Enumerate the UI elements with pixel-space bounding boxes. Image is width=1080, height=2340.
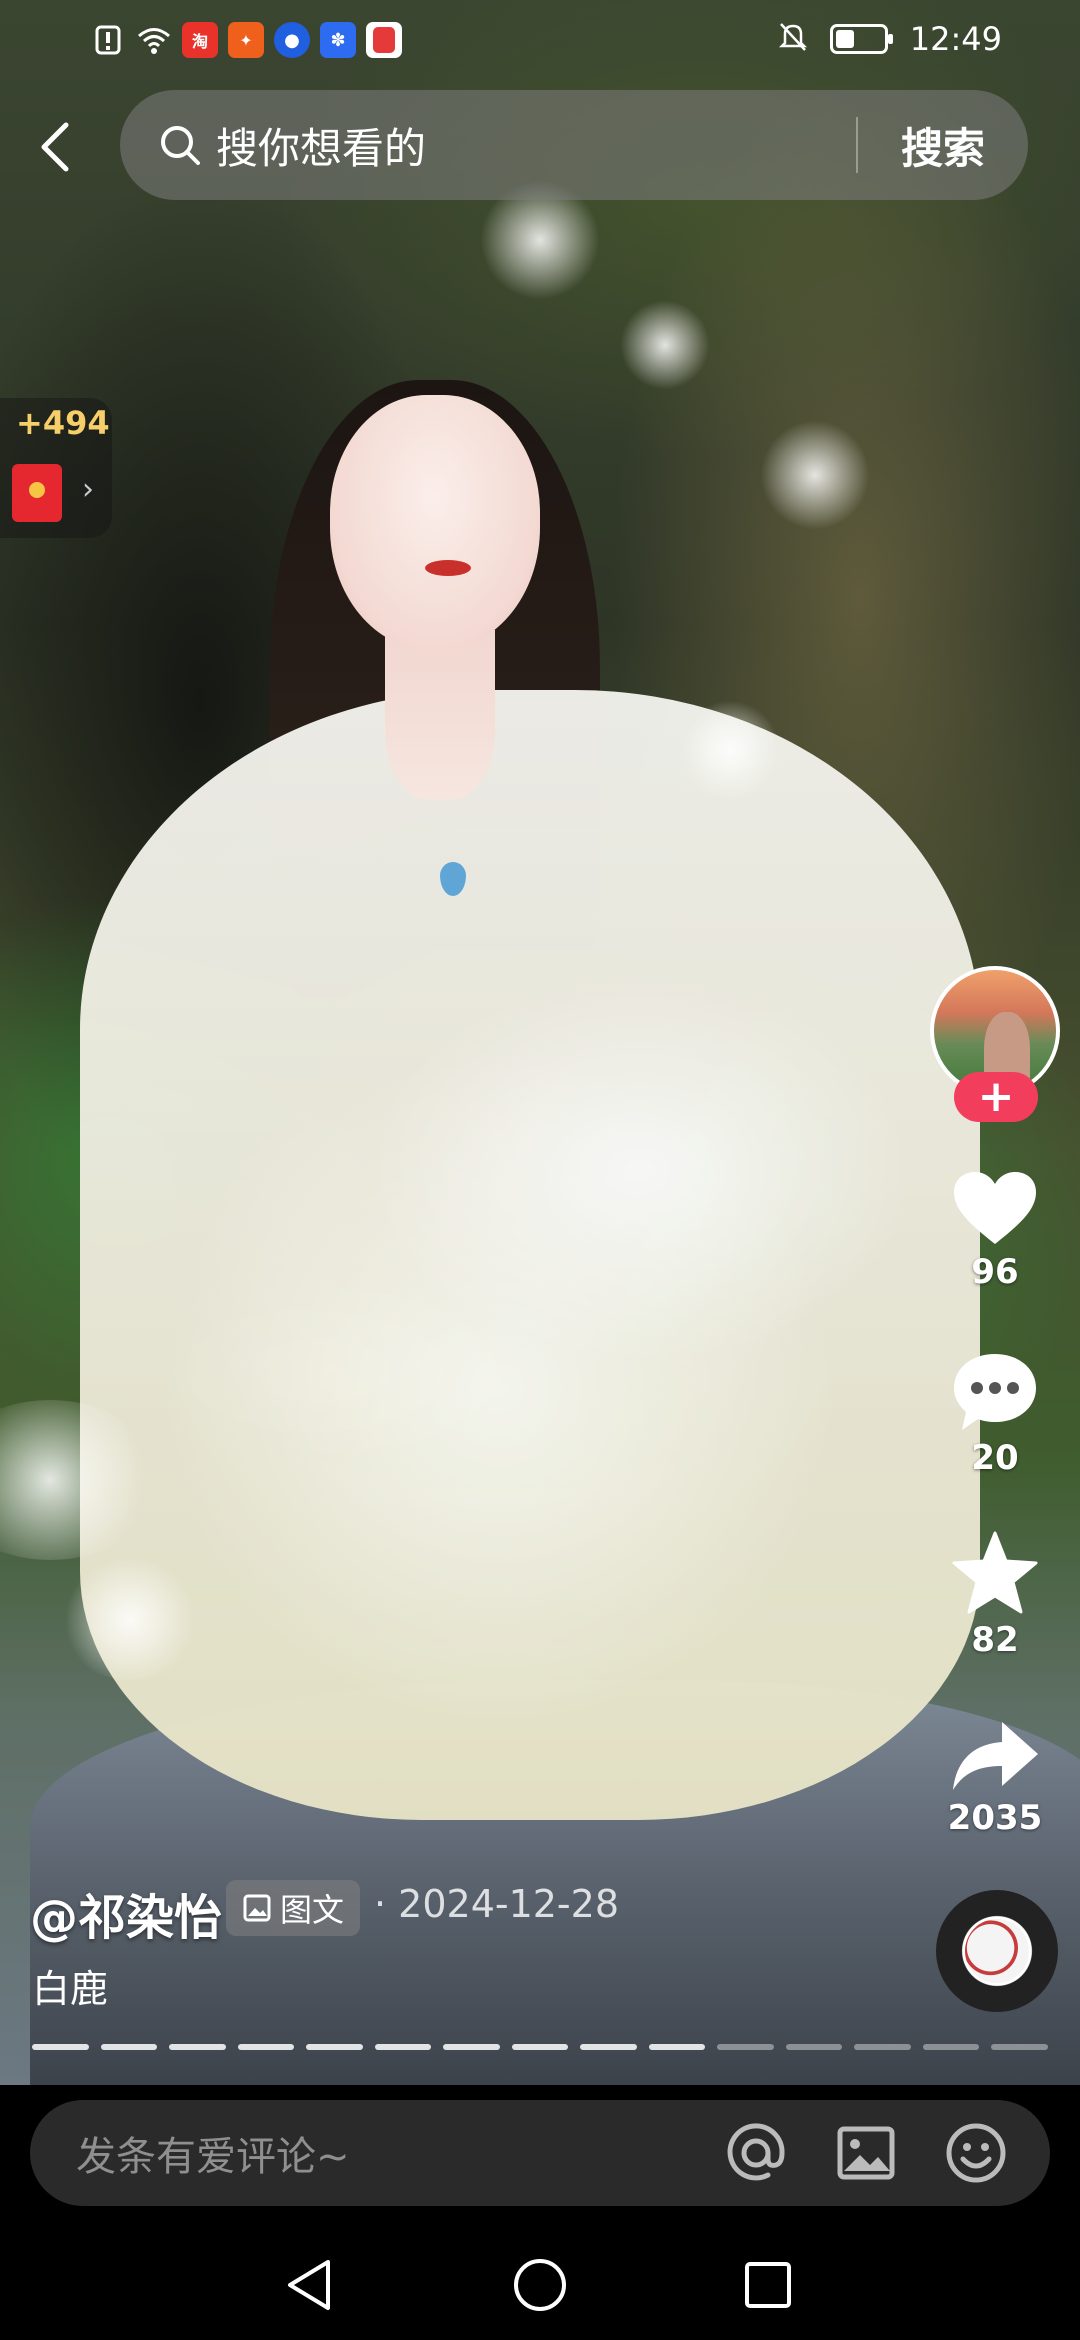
triangle-back-icon [288,2260,330,2310]
app-icon-taobao: 淘 [182,22,218,58]
plus-icon: + [977,1071,1015,1122]
progress-segment [717,2044,774,2050]
comment-count: 20 [971,1438,1019,1478]
comment-input[interactable]: 发条有爱评论~ [76,2124,720,2182]
progress-segment [100,2044,158,2050]
chevron-right-icon: › [82,472,94,507]
follow-button[interactable]: + [954,1072,1038,1122]
picture-icon [837,2126,895,2180]
progress-segment [32,2044,89,2050]
progress-segment [785,2044,843,2050]
navigation-bar [0,2230,1080,2340]
red-envelope-icon [12,464,62,522]
progress-segment [854,2044,911,2050]
wifi-icon [136,22,172,58]
progress-segment [237,2044,295,2050]
comment-icon [954,1354,1036,1430]
post-description: 白鹿 [32,1967,109,2011]
search-bar[interactable]: 搜你想看的 搜索 [120,90,1028,200]
app-icon-baidu: ✽ [320,22,356,58]
app-icon-red [366,22,402,58]
status-bar: 淘 ✦ ● ✽ 12:49 [0,0,1080,86]
neck [385,630,495,800]
light-glow [620,300,710,390]
app-icon-game: ✦ [228,22,264,58]
app-icon-blue: ● [274,22,310,58]
battery-icon [829,24,893,54]
image-progress-bar [32,2044,1048,2050]
progress-segment [922,2044,980,2050]
share-icon [953,1722,1038,1790]
progress-segment [169,2044,226,2050]
progress-segment [511,2044,569,2050]
image-upload-button[interactable] [830,2117,902,2189]
like-button[interactable]: 96 [935,1168,1055,1292]
share-count: 2035 [947,1798,1043,1838]
chevron-left-icon [41,122,69,172]
heart-icon [954,1172,1036,1244]
circle-home-icon [514,2259,566,2311]
light-glow [760,420,870,530]
back-button[interactable] [30,112,80,182]
image-icon [243,1894,271,1922]
lips [425,560,471,576]
face [330,395,540,650]
music-disc-button[interactable] [936,1890,1058,2012]
light-glow [680,700,780,800]
search-icon [161,126,200,165]
progress-segment [991,2044,1048,2050]
reward-count: +494 [16,404,110,442]
search-button[interactable]: 搜索 [858,115,1028,176]
emoji-icon [946,2123,1006,2183]
post-date: · 2024-12-28 [374,1882,619,1926]
alert-icon [90,22,126,58]
nav-back-button[interactable] [274,2250,344,2320]
progress-segment [648,2044,706,2050]
silent-icon [778,21,808,57]
favorite-count: 82 [971,1620,1019,1660]
nav-home-button[interactable] [505,2250,575,2320]
clock: 12:49 [909,20,1002,58]
like-count: 96 [971,1252,1019,1292]
favorite-button[interactable]: 82 [935,1530,1055,1660]
post-image[interactable] [0,0,1080,2085]
mention-button[interactable] [720,2117,792,2189]
progress-segment [580,2044,637,2050]
light-glow [60,1560,200,1680]
progress-segment [306,2044,363,2050]
search-input[interactable]: 搜你想看的 [216,115,856,176]
nav-recents-button[interactable] [733,2250,803,2320]
emoji-button[interactable] [940,2117,1012,2189]
post-type-label: 图文 [279,1891,344,1929]
author-name[interactable]: @祁染怡 [30,1878,222,1948]
reward-widget[interactable]: +494 › [0,398,112,538]
progress-segment [374,2044,432,2050]
progress-segment [443,2044,500,2050]
square-recents-icon [745,2262,791,2308]
star-icon [952,1531,1038,1614]
music-cover-icon [965,1919,1029,1983]
post-type-badge: 图文 [226,1880,360,1936]
white-dress [80,690,980,1820]
share-button[interactable]: 2035 [935,1718,1055,1838]
comment-bar[interactable]: 发条有爱评论~ [30,2100,1050,2206]
at-icon [727,2123,785,2181]
comment-button[interactable]: 20 [935,1350,1055,1478]
